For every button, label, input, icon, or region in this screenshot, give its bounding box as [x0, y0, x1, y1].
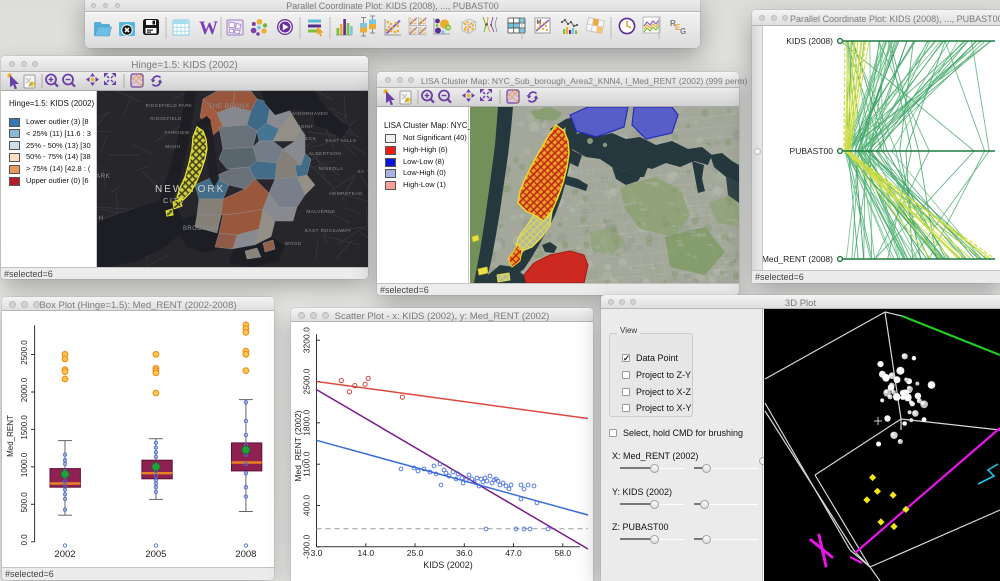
svg-text:1800.0: 1800.0: [302, 410, 312, 436]
svg-text:SA: SA: [357, 169, 365, 175]
svg-text:1500.0: 1500.0: [20, 415, 29, 440]
svg-text:G: G: [680, 27, 686, 36]
svg-text:2500.0: 2500.0: [20, 340, 29, 365]
svg-text:36.0: 36.0: [456, 548, 473, 558]
svg-text:EAST ROCKAWAY: EAST ROCKAWAY: [305, 228, 352, 234]
svg-text:1000.0: 1000.0: [20, 452, 29, 477]
svg-text:HEMPSTEAD: HEMPSTEAD: [329, 191, 363, 197]
svg-text:GREAT NECK: GREAT NECK: [282, 136, 317, 142]
svg-text:ALBERTSON: ALBERTSON: [309, 151, 342, 157]
svg-text:-300.0: -300.0: [302, 534, 312, 558]
svg-text:Med_RENT (2002): Med_RENT (2002): [293, 410, 303, 481]
svg-text:MALVERNE: MALVERNE: [306, 209, 335, 215]
svg-text:KIDS (2008): KIDS (2008): [786, 36, 833, 46]
svg-text:3.0: 3.0: [311, 548, 323, 558]
svg-text:2000.0: 2000.0: [20, 377, 29, 402]
svg-text:BROOKLYN: BROOKLYN: [183, 226, 219, 232]
svg-text:500.0: 500.0: [20, 492, 29, 513]
svg-text:W: W: [199, 18, 218, 39]
svg-text:400.0: 400.0: [302, 495, 312, 517]
svg-text:FAIRVIEW: FAIRVIEW: [164, 130, 189, 135]
svg-text:2002: 2002: [54, 549, 75, 560]
svg-text:WOOD: WOOD: [284, 241, 301, 247]
svg-text:MANH: MANH: [165, 144, 180, 149]
svg-text:2008: 2008: [235, 549, 256, 560]
svg-text:MINEOLA: MINEOLA: [319, 166, 344, 172]
svg-text:RIDGEFIELD PARK: RIDGEFIELD PARK: [145, 103, 193, 108]
svg-text:PUBAST00: PUBAST00: [790, 146, 834, 156]
svg-text:2005: 2005: [145, 549, 166, 560]
svg-text:3200.0: 3200.0: [302, 327, 312, 353]
svg-text:1100.0: 1100.0: [302, 451, 312, 477]
svg-text:Med_RENT: Med_RENT: [6, 415, 15, 457]
svg-text:2500.0: 2500.0: [302, 368, 312, 394]
svg-text:RIDGEFIELD: RIDGEFIELD: [150, 116, 182, 121]
svg-text:0.0: 0.0: [20, 534, 29, 546]
svg-text:EAST HILLS: EAST HILLS: [325, 138, 356, 144]
svg-text:ARK: ARK: [97, 173, 111, 180]
svg-text:MANORHAVEN: MANORHAVEN: [290, 111, 328, 117]
svg-text:47.0: 47.0: [505, 548, 522, 558]
svg-text:25.0: 25.0: [407, 548, 424, 558]
svg-text:M: M: [537, 20, 542, 26]
svg-text:Med_RENT (2008): Med_RENT (2008): [763, 254, 833, 264]
svg-text:KIDS (2002): KIDS (2002): [423, 560, 473, 570]
svg-text:H: H: [98, 215, 103, 222]
svg-text:14.0: 14.0: [358, 548, 375, 558]
svg-text:58.0: 58.0: [555, 548, 572, 558]
svg-text:THE BRONX: THE BRONX: [208, 103, 250, 110]
svg-text:KINGS POINT: KINGS POINT: [278, 124, 313, 130]
